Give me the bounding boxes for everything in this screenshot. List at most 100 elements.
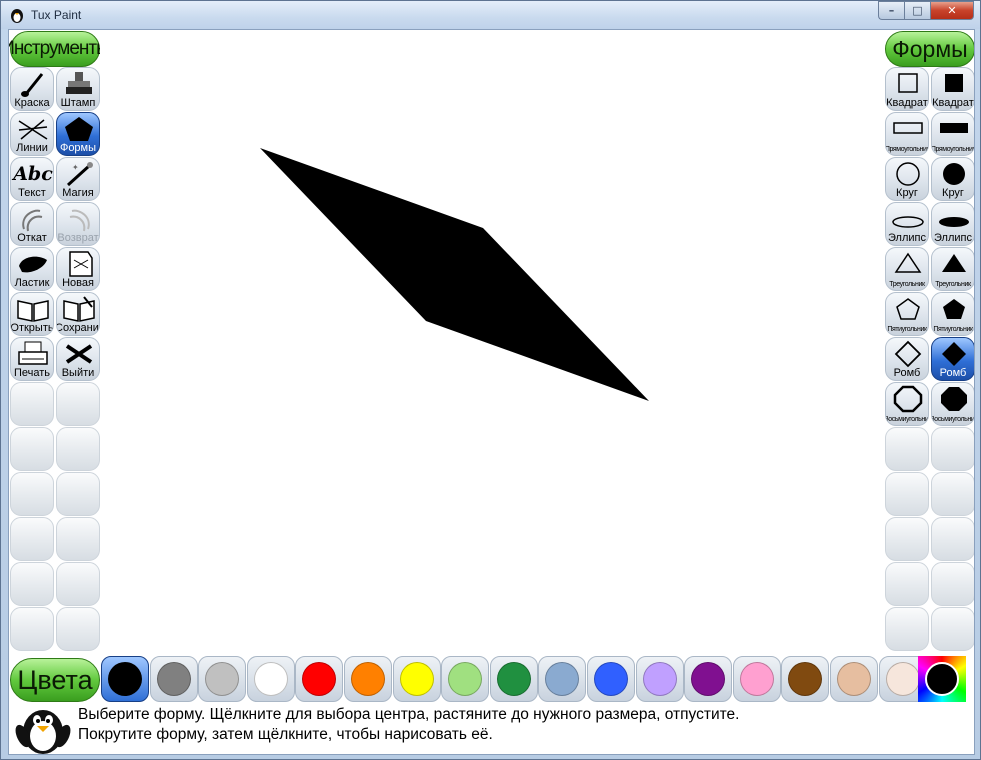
shape-button[interactable]: Треугольник bbox=[885, 247, 929, 291]
tool-button[interactable]: Формы bbox=[56, 112, 100, 156]
color-swatch[interactable] bbox=[587, 656, 635, 702]
shape-label: Квадрат bbox=[932, 97, 974, 109]
color-dot bbox=[108, 662, 142, 696]
tool-button[interactable]: Штамп bbox=[56, 67, 100, 111]
app-client: Инструменты Формы Краска Штамп Линии Формы A… bbox=[8, 29, 975, 755]
color-dot bbox=[496, 662, 531, 696]
save-book-icon bbox=[57, 293, 99, 325]
undo-icon bbox=[11, 203, 53, 235]
color-dot bbox=[545, 662, 580, 696]
tool-label: Возврат bbox=[57, 232, 99, 244]
empty-slot bbox=[56, 607, 100, 651]
tool-button[interactable]: Возврат bbox=[56, 202, 100, 246]
title-bar[interactable]: Tux Paint – □ ✕ bbox=[1, 1, 980, 29]
empty-slot bbox=[10, 472, 54, 516]
color-swatch[interactable] bbox=[198, 656, 247, 702]
shape-button[interactable]: Эллипс bbox=[931, 202, 974, 246]
color-swatch[interactable] bbox=[684, 656, 733, 702]
tool-label: Ластик bbox=[14, 277, 50, 289]
tool-button[interactable]: Выйти bbox=[56, 337, 100, 381]
color-swatch[interactable] bbox=[441, 656, 490, 702]
shape-button[interactable]: Квадрат bbox=[885, 67, 929, 111]
octagon-outline-icon bbox=[886, 383, 928, 415]
tool-button[interactable]: Откат bbox=[10, 202, 54, 246]
shape-button[interactable]: Ромб bbox=[931, 337, 974, 381]
printer-icon bbox=[11, 338, 53, 370]
shape-button[interactable]: Треугольник bbox=[931, 247, 974, 291]
color-swatch[interactable] bbox=[101, 656, 149, 702]
empty-slot bbox=[10, 607, 54, 651]
shape-label: Ромб bbox=[939, 367, 967, 379]
color-swatch[interactable] bbox=[149, 656, 198, 702]
color-swatch[interactable] bbox=[635, 656, 684, 702]
color-dot bbox=[399, 662, 434, 696]
eraser-icon bbox=[11, 248, 53, 280]
tool-button[interactable]: Ластик bbox=[10, 247, 54, 291]
tool-button[interactable]: Новая bbox=[56, 247, 100, 291]
color-dot bbox=[448, 662, 483, 696]
circle-outline-icon bbox=[886, 158, 928, 190]
color-swatch[interactable] bbox=[489, 656, 538, 702]
tool-label: Печать bbox=[13, 367, 51, 379]
color-swatch[interactable] bbox=[344, 656, 392, 702]
color-swatch[interactable] bbox=[246, 656, 295, 702]
shape-button[interactable]: Эллипс bbox=[885, 202, 929, 246]
square-filled-icon bbox=[932, 68, 974, 100]
color-swatch[interactable] bbox=[538, 656, 587, 702]
shape-label: Круг bbox=[896, 187, 918, 199]
shape-button[interactable]: Прямоугольник bbox=[931, 112, 974, 156]
diamond-outline-icon bbox=[886, 338, 928, 370]
color-swatch[interactable] bbox=[732, 656, 781, 702]
shape-button[interactable]: Прямоугольник bbox=[885, 112, 929, 156]
tools-header: Инструменты bbox=[9, 31, 110, 67]
color-swatch[interactable] bbox=[781, 656, 830, 702]
tool-label: Формы bbox=[59, 142, 97, 154]
shape-button[interactable]: Квадрат bbox=[931, 67, 974, 111]
shape-button[interactable]: Круг bbox=[885, 157, 929, 201]
shape-button[interactable]: Восьмиугольник bbox=[931, 382, 975, 426]
empty-slot bbox=[56, 562, 100, 606]
shape-label: Восьмиугольник bbox=[931, 416, 975, 423]
tool-button[interactable]: Сохранить bbox=[56, 292, 100, 336]
shape-button[interactable]: Восьмиугольник bbox=[885, 382, 929, 426]
shape-button[interactable]: Ромб bbox=[885, 337, 929, 381]
tux-penguin-icon bbox=[15, 710, 71, 754]
close-button[interactable]: ✕ bbox=[930, 1, 974, 20]
empty-slot bbox=[10, 427, 54, 471]
color-dot bbox=[837, 662, 871, 696]
tool-button[interactable]: Открыть bbox=[10, 292, 54, 336]
tool-label: Сохранить bbox=[56, 322, 99, 334]
color-dot bbox=[739, 662, 774, 696]
shape-button[interactable]: Пятиугольник bbox=[931, 292, 974, 336]
tool-button[interactable]: ✦ Магия bbox=[56, 157, 100, 201]
color-picker-icon[interactable] bbox=[918, 656, 966, 702]
empty-slot bbox=[10, 382, 54, 426]
empty-slot bbox=[931, 562, 974, 606]
shape-button[interactable]: Пятиугольник bbox=[885, 292, 929, 336]
maximize-button[interactable]: □ bbox=[904, 1, 930, 20]
tool-button[interactable]: Abc Текст bbox=[10, 157, 54, 201]
shape-label: Восьмиугольник bbox=[885, 416, 929, 423]
color-swatch[interactable] bbox=[295, 656, 344, 702]
tool-button[interactable]: Печать bbox=[10, 337, 54, 381]
drawing-canvas[interactable] bbox=[100, 30, 885, 656]
ellipse-filled-icon bbox=[932, 203, 974, 235]
tool-button[interactable]: Краска bbox=[10, 67, 54, 111]
shape-button[interactable]: Круг bbox=[931, 157, 974, 201]
shape-label: Пятиугольник bbox=[887, 326, 927, 333]
color-swatch[interactable] bbox=[392, 656, 441, 702]
empty-slot bbox=[931, 472, 974, 516]
tool-label: Краска bbox=[14, 97, 50, 109]
shape-label: Эллипс bbox=[934, 232, 972, 244]
shape-label: Круг bbox=[942, 187, 964, 199]
stamp-icon bbox=[57, 68, 99, 100]
app-window: Tux Paint – □ ✕ Инструменты Формы Краска… bbox=[0, 0, 981, 760]
color-swatch[interactable] bbox=[830, 656, 878, 702]
canvas-drawing bbox=[260, 148, 649, 401]
rectangle-filled-icon bbox=[932, 113, 974, 145]
empty-slot bbox=[931, 517, 974, 561]
square-outline-icon bbox=[886, 68, 928, 100]
minimize-button[interactable]: – bbox=[878, 1, 904, 20]
empty-slot bbox=[56, 427, 100, 471]
tool-button[interactable]: Линии bbox=[10, 112, 54, 156]
